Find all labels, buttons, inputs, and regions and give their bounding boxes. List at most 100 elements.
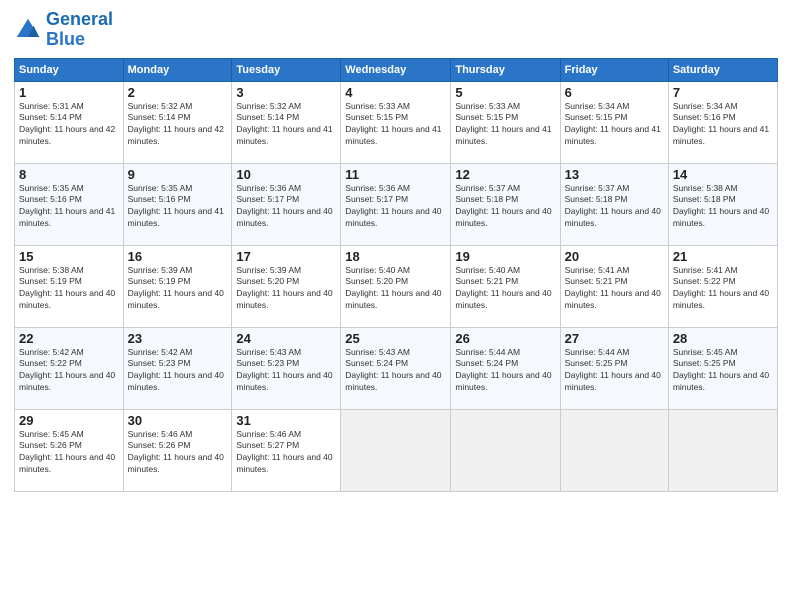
column-header-friday: Friday	[560, 58, 668, 81]
day-info: Sunrise: 5:41 AM Sunset: 5:22 PM Dayligh…	[673, 265, 773, 313]
day-info: Sunrise: 5:46 AM Sunset: 5:26 PM Dayligh…	[128, 429, 228, 477]
day-info: Sunrise: 5:37 AM Sunset: 5:18 PM Dayligh…	[455, 183, 555, 231]
day-info: Sunrise: 5:32 AM Sunset: 5:14 PM Dayligh…	[236, 101, 336, 149]
day-cell: 19 Sunrise: 5:40 AM Sunset: 5:21 PM Dayl…	[451, 245, 560, 327]
day-info: Sunrise: 5:40 AM Sunset: 5:20 PM Dayligh…	[345, 265, 446, 313]
day-cell: 17 Sunrise: 5:39 AM Sunset: 5:20 PM Dayl…	[232, 245, 341, 327]
calendar-table: SundayMondayTuesdayWednesdayThursdayFrid…	[14, 58, 778, 492]
day-cell: 15 Sunrise: 5:38 AM Sunset: 5:19 PM Dayl…	[15, 245, 124, 327]
header-row: SundayMondayTuesdayWednesdayThursdayFrid…	[15, 58, 778, 81]
day-cell	[560, 409, 668, 491]
day-cell: 26 Sunrise: 5:44 AM Sunset: 5:24 PM Dayl…	[451, 327, 560, 409]
day-info: Sunrise: 5:31 AM Sunset: 5:14 PM Dayligh…	[19, 101, 119, 149]
day-cell: 4 Sunrise: 5:33 AM Sunset: 5:15 PM Dayli…	[341, 81, 451, 163]
day-number: 8	[19, 167, 119, 182]
day-cell: 14 Sunrise: 5:38 AM Sunset: 5:18 PM Dayl…	[668, 163, 777, 245]
day-cell: 8 Sunrise: 5:35 AM Sunset: 5:16 PM Dayli…	[15, 163, 124, 245]
day-info: Sunrise: 5:36 AM Sunset: 5:17 PM Dayligh…	[236, 183, 336, 231]
day-cell: 21 Sunrise: 5:41 AM Sunset: 5:22 PM Dayl…	[668, 245, 777, 327]
column-header-wednesday: Wednesday	[341, 58, 451, 81]
day-cell: 25 Sunrise: 5:43 AM Sunset: 5:24 PM Dayl…	[341, 327, 451, 409]
day-cell: 16 Sunrise: 5:39 AM Sunset: 5:19 PM Dayl…	[123, 245, 232, 327]
day-number: 7	[673, 85, 773, 100]
day-number: 21	[673, 249, 773, 264]
day-number: 14	[673, 167, 773, 182]
day-info: Sunrise: 5:34 AM Sunset: 5:16 PM Dayligh…	[673, 101, 773, 149]
logo-text: General Blue	[46, 10, 113, 50]
day-info: Sunrise: 5:45 AM Sunset: 5:26 PM Dayligh…	[19, 429, 119, 477]
day-number: 1	[19, 85, 119, 100]
day-number: 12	[455, 167, 555, 182]
logo: General Blue	[14, 10, 113, 50]
day-number: 4	[345, 85, 446, 100]
day-number: 20	[565, 249, 664, 264]
column-header-tuesday: Tuesday	[232, 58, 341, 81]
day-info: Sunrise: 5:32 AM Sunset: 5:14 PM Dayligh…	[128, 101, 228, 149]
day-number: 31	[236, 413, 336, 428]
day-cell: 7 Sunrise: 5:34 AM Sunset: 5:16 PM Dayli…	[668, 81, 777, 163]
day-cell	[341, 409, 451, 491]
day-info: Sunrise: 5:40 AM Sunset: 5:21 PM Dayligh…	[455, 265, 555, 313]
day-info: Sunrise: 5:38 AM Sunset: 5:18 PM Dayligh…	[673, 183, 773, 231]
day-cell: 23 Sunrise: 5:42 AM Sunset: 5:23 PM Dayl…	[123, 327, 232, 409]
day-cell: 10 Sunrise: 5:36 AM Sunset: 5:17 PM Dayl…	[232, 163, 341, 245]
week-row-1: 1 Sunrise: 5:31 AM Sunset: 5:14 PM Dayli…	[15, 81, 778, 163]
day-cell: 24 Sunrise: 5:43 AM Sunset: 5:23 PM Dayl…	[232, 327, 341, 409]
day-cell: 2 Sunrise: 5:32 AM Sunset: 5:14 PM Dayli…	[123, 81, 232, 163]
day-info: Sunrise: 5:43 AM Sunset: 5:23 PM Dayligh…	[236, 347, 336, 395]
column-header-thursday: Thursday	[451, 58, 560, 81]
day-info: Sunrise: 5:37 AM Sunset: 5:18 PM Dayligh…	[565, 183, 664, 231]
day-info: Sunrise: 5:34 AM Sunset: 5:15 PM Dayligh…	[565, 101, 664, 149]
day-info: Sunrise: 5:45 AM Sunset: 5:25 PM Dayligh…	[673, 347, 773, 395]
week-row-2: 8 Sunrise: 5:35 AM Sunset: 5:16 PM Dayli…	[15, 163, 778, 245]
day-info: Sunrise: 5:38 AM Sunset: 5:19 PM Dayligh…	[19, 265, 119, 313]
day-cell: 5 Sunrise: 5:33 AM Sunset: 5:15 PM Dayli…	[451, 81, 560, 163]
day-number: 26	[455, 331, 555, 346]
day-cell: 12 Sunrise: 5:37 AM Sunset: 5:18 PM Dayl…	[451, 163, 560, 245]
day-number: 18	[345, 249, 446, 264]
day-number: 24	[236, 331, 336, 346]
day-number: 17	[236, 249, 336, 264]
day-cell	[668, 409, 777, 491]
day-info: Sunrise: 5:35 AM Sunset: 5:16 PM Dayligh…	[19, 183, 119, 231]
day-info: Sunrise: 5:42 AM Sunset: 5:23 PM Dayligh…	[128, 347, 228, 395]
day-info: Sunrise: 5:39 AM Sunset: 5:20 PM Dayligh…	[236, 265, 336, 313]
day-number: 19	[455, 249, 555, 264]
day-number: 11	[345, 167, 446, 182]
day-cell: 11 Sunrise: 5:36 AM Sunset: 5:17 PM Dayl…	[341, 163, 451, 245]
week-row-5: 29 Sunrise: 5:45 AM Sunset: 5:26 PM Dayl…	[15, 409, 778, 491]
week-row-3: 15 Sunrise: 5:38 AM Sunset: 5:19 PM Dayl…	[15, 245, 778, 327]
page-container: General Blue SundayMondayTuesdayWednesda…	[0, 0, 792, 612]
logo-icon	[14, 16, 42, 44]
day-number: 3	[236, 85, 336, 100]
day-number: 2	[128, 85, 228, 100]
day-info: Sunrise: 5:44 AM Sunset: 5:24 PM Dayligh…	[455, 347, 555, 395]
day-cell: 20 Sunrise: 5:41 AM Sunset: 5:21 PM Dayl…	[560, 245, 668, 327]
day-number: 29	[19, 413, 119, 428]
day-cell: 1 Sunrise: 5:31 AM Sunset: 5:14 PM Dayli…	[15, 81, 124, 163]
day-info: Sunrise: 5:39 AM Sunset: 5:19 PM Dayligh…	[128, 265, 228, 313]
day-cell: 6 Sunrise: 5:34 AM Sunset: 5:15 PM Dayli…	[560, 81, 668, 163]
day-info: Sunrise: 5:43 AM Sunset: 5:24 PM Dayligh…	[345, 347, 446, 395]
day-number: 23	[128, 331, 228, 346]
day-cell: 22 Sunrise: 5:42 AM Sunset: 5:22 PM Dayl…	[15, 327, 124, 409]
day-info: Sunrise: 5:46 AM Sunset: 5:27 PM Dayligh…	[236, 429, 336, 477]
day-cell: 30 Sunrise: 5:46 AM Sunset: 5:26 PM Dayl…	[123, 409, 232, 491]
day-cell: 9 Sunrise: 5:35 AM Sunset: 5:16 PM Dayli…	[123, 163, 232, 245]
day-number: 16	[128, 249, 228, 264]
day-cell: 28 Sunrise: 5:45 AM Sunset: 5:25 PM Dayl…	[668, 327, 777, 409]
day-cell: 18 Sunrise: 5:40 AM Sunset: 5:20 PM Dayl…	[341, 245, 451, 327]
day-cell: 31 Sunrise: 5:46 AM Sunset: 5:27 PM Dayl…	[232, 409, 341, 491]
day-number: 15	[19, 249, 119, 264]
day-info: Sunrise: 5:36 AM Sunset: 5:17 PM Dayligh…	[345, 183, 446, 231]
day-number: 13	[565, 167, 664, 182]
day-number: 28	[673, 331, 773, 346]
day-number: 10	[236, 167, 336, 182]
day-info: Sunrise: 5:33 AM Sunset: 5:15 PM Dayligh…	[455, 101, 555, 149]
day-cell: 29 Sunrise: 5:45 AM Sunset: 5:26 PM Dayl…	[15, 409, 124, 491]
day-info: Sunrise: 5:42 AM Sunset: 5:22 PM Dayligh…	[19, 347, 119, 395]
page-header: General Blue	[14, 10, 778, 50]
day-cell: 13 Sunrise: 5:37 AM Sunset: 5:18 PM Dayl…	[560, 163, 668, 245]
day-number: 22	[19, 331, 119, 346]
day-cell: 27 Sunrise: 5:44 AM Sunset: 5:25 PM Dayl…	[560, 327, 668, 409]
